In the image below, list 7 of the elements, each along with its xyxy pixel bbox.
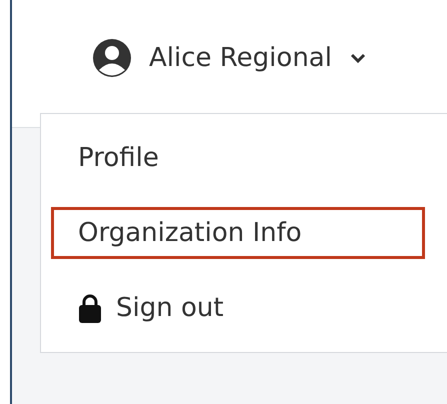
menu-item[interactable]: Sign out [51, 281, 425, 334]
chevron-icon [350, 52, 366, 64]
user-menu-button[interactable]: Alice Regional [93, 38, 366, 76]
user-avatar-icon [93, 38, 131, 76]
menu-item[interactable]: Organization Info [51, 206, 425, 260]
menu-item[interactable]: Profile [51, 132, 425, 185]
lock-icon [78, 292, 102, 323]
